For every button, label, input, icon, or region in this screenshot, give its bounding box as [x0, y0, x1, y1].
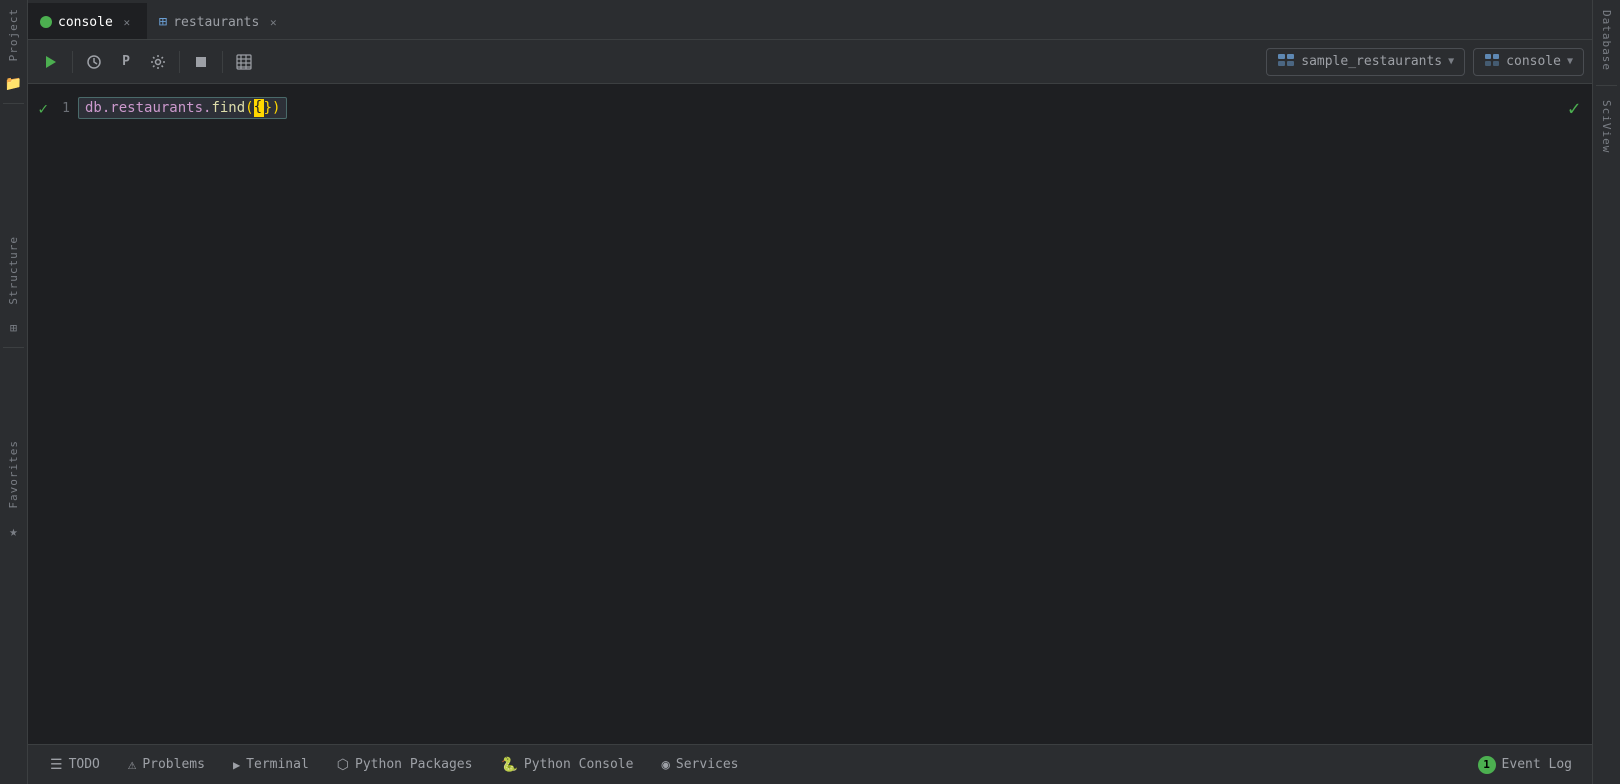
- database-label[interactable]: Database: [1600, 0, 1613, 81]
- toolbar-sep-2: [179, 51, 180, 73]
- tab-console[interactable]: console ✕: [28, 3, 147, 39]
- toolbar: P: [28, 40, 1592, 84]
- event-log-button[interactable]: 1 Event Log: [1466, 756, 1584, 774]
- syn-db: db: [85, 100, 102, 116]
- db-selector[interactable]: sample_restaurants ▼: [1266, 48, 1465, 76]
- terminal-label: Terminal: [246, 757, 309, 772]
- bottom-tab-todo[interactable]: ☰ TODO: [36, 745, 114, 784]
- python-packages-label: Python Packages: [355, 757, 472, 772]
- bottom-tab-terminal[interactable]: ▶ Terminal: [219, 745, 323, 784]
- line-1-number: 1: [54, 101, 70, 116]
- tab-bar: console ✕ ⊞ restaurants ✕: [28, 0, 1592, 40]
- db-selector-chevron: ▼: [1448, 56, 1454, 67]
- syn-open-paren: (: [245, 100, 253, 116]
- db-selector-icon: [1277, 53, 1295, 71]
- sidebar-project-label[interactable]: Project: [7, 0, 20, 69]
- line-1-check-icon: ✓: [38, 99, 48, 118]
- line-1-gutter: ✓ 1: [38, 96, 70, 120]
- code-editor[interactable]: db.restaurants.find({}): [78, 84, 1592, 784]
- python-packages-icon: ⬡: [337, 757, 349, 773]
- sidebar-grid-icon[interactable]: ⊞: [3, 317, 25, 339]
- history-button[interactable]: [79, 47, 109, 77]
- editor-right-check-icon: ✓: [1568, 96, 1580, 120]
- services-icon: ◉: [661, 757, 669, 773]
- profile-icon: P: [122, 54, 130, 69]
- toolbar-right: sample_restaurants ▼ console ▼: [1266, 48, 1584, 76]
- right-sidebar: Database SciView: [1592, 0, 1620, 784]
- python-console-label: Python Console: [524, 757, 634, 772]
- db-selector-label: sample_restaurants: [1301, 54, 1442, 69]
- terminal-icon: ▶: [233, 758, 240, 772]
- table-icon: ⊞: [159, 14, 167, 30]
- editor-area[interactable]: ✓ 1 db.restaurants.find({}) ✓: [28, 84, 1592, 784]
- tab-console-label: console: [58, 15, 113, 30]
- syn-method: find: [211, 100, 245, 116]
- settings-button[interactable]: [143, 47, 173, 77]
- tab-restaurants[interactable]: ⊞ restaurants ✕: [147, 3, 294, 39]
- toolbar-sep-3: [222, 51, 223, 73]
- tab-restaurants-close[interactable]: ✕: [265, 14, 281, 30]
- problems-icon: ⚠: [128, 757, 136, 773]
- syn-close-paren: ): [272, 100, 280, 116]
- toolbar-sep-1: [72, 51, 73, 73]
- problems-label: Problems: [142, 757, 205, 772]
- tab-console-close[interactable]: ✕: [119, 14, 135, 30]
- tab-restaurants-label: restaurants: [173, 15, 259, 30]
- bottom-right: 1 Event Log: [1466, 756, 1584, 774]
- code-line-1[interactable]: db.restaurants.find({}): [78, 96, 1592, 120]
- syn-collection: restaurants: [110, 100, 203, 116]
- console-selector-label: console: [1506, 54, 1561, 69]
- left-sidebar: Project 📁 Structure ⊞ Favorites ★: [0, 0, 28, 784]
- sidebar-divider-2: [3, 347, 25, 348]
- python-console-icon: 🐍: [500, 757, 517, 773]
- main-area: console ✕ ⊞ restaurants ✕ P: [28, 0, 1592, 784]
- right-sidebar-divider: [1596, 85, 1618, 86]
- cursor-icon: {: [254, 99, 264, 117]
- bottom-tab-python-packages[interactable]: ⬡ Python Packages: [323, 745, 487, 784]
- line-gutter: ✓ 1: [28, 84, 78, 784]
- stop-button[interactable]: [186, 47, 216, 77]
- code-content: db.restaurants.find({}): [78, 97, 287, 119]
- console-selector-icon: [1484, 53, 1500, 71]
- bottom-tab-services[interactable]: ◉ Services: [647, 745, 752, 784]
- console-dot-icon: [40, 16, 52, 28]
- bottom-tab-python-console[interactable]: 🐍 Python Console: [486, 745, 647, 784]
- console-selector[interactable]: console ▼: [1473, 48, 1584, 76]
- syn-close-brace: }: [264, 100, 272, 116]
- event-log-label: Event Log: [1502, 757, 1572, 772]
- sidebar-folder-icon[interactable]: 📁: [3, 73, 25, 95]
- sidebar-star-icon[interactable]: ★: [3, 521, 25, 543]
- console-selector-chevron: ▼: [1567, 56, 1573, 67]
- todo-label: TODO: [69, 757, 100, 772]
- bottom-bar: ☰ TODO ⚠ Problems ▶ Terminal ⬡ Python Pa…: [28, 744, 1592, 784]
- sidebar-structure-label[interactable]: Structure: [7, 228, 20, 313]
- run-button[interactable]: [36, 47, 66, 77]
- event-log-badge-icon: 1: [1478, 756, 1496, 774]
- table-view-button[interactable]: [229, 47, 259, 77]
- sciview-label[interactable]: SciView: [1600, 90, 1613, 163]
- bottom-tab-problems[interactable]: ⚠ Problems: [114, 745, 219, 784]
- todo-icon: ☰: [50, 757, 63, 773]
- sidebar-favorites-label[interactable]: Favorites: [7, 432, 20, 517]
- sidebar-divider-1: [3, 103, 25, 104]
- services-label: Services: [676, 757, 739, 772]
- profile-button[interactable]: P: [111, 47, 141, 77]
